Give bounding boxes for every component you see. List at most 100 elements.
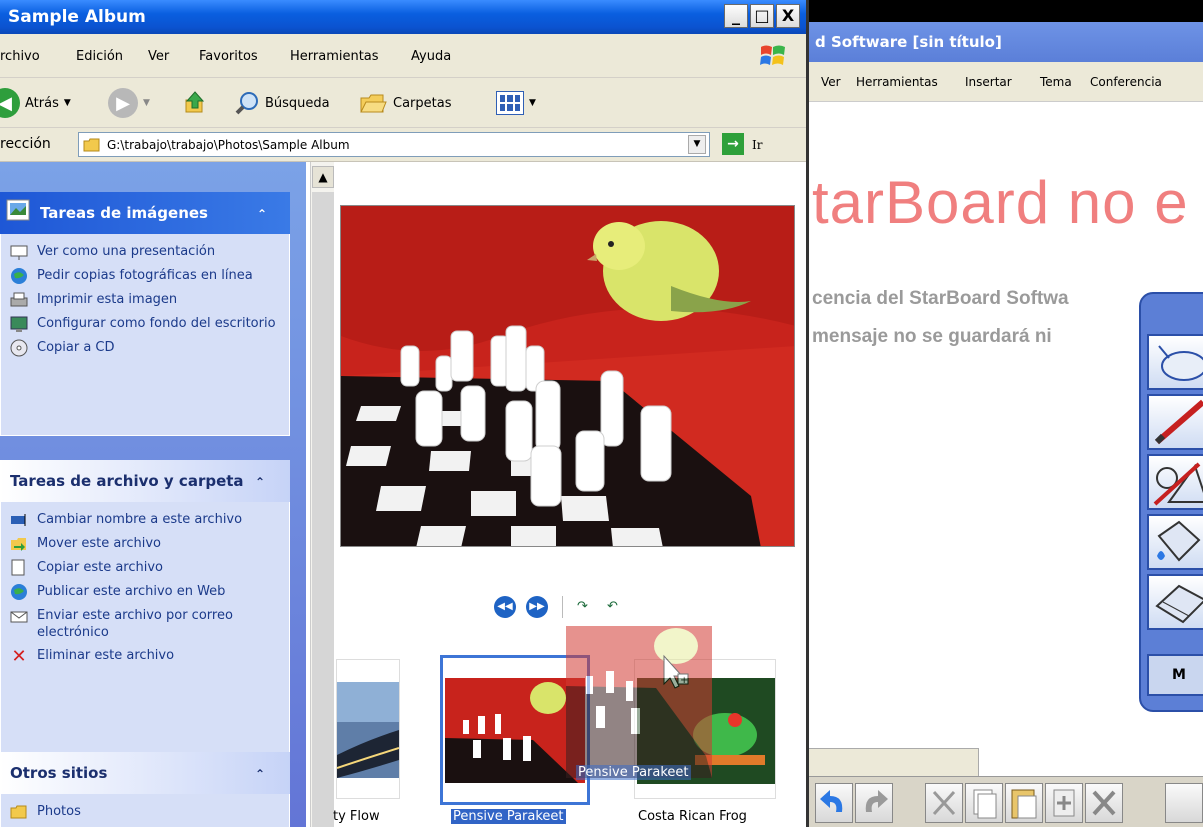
task-label: Ver como una presentación	[37, 244, 216, 259]
task-label: Publicar este archivo en Web	[37, 584, 226, 599]
rotate-counterclockwise-icon[interactable]: ↶	[607, 599, 627, 615]
task-slideshow[interactable]: Ver como una presentación	[1, 240, 289, 264]
toolbar-separator	[562, 596, 563, 618]
fill-tool-icon[interactable]	[1147, 514, 1203, 570]
copy-icon[interactable]	[965, 783, 1003, 823]
back-button[interactable]: ◀ Atrás ▼	[0, 86, 71, 120]
palette-menu-button[interactable]: M	[1147, 654, 1203, 696]
scroll-up-icon[interactable]: ▲	[312, 166, 334, 188]
go-arrow-icon[interactable]: →	[722, 133, 744, 155]
task-delete-file[interactable]: ✕ Eliminar este archivo	[1, 644, 289, 668]
scroll-thumb[interactable]	[312, 192, 334, 827]
menu-edicion[interactable]: Edición	[76, 49, 123, 64]
views-button[interactable]: ▼	[496, 86, 536, 120]
task-publish-web[interactable]: Publicar este archivo en Web	[1, 580, 289, 604]
menu-favoritos[interactable]: Favoritos	[199, 49, 258, 64]
explorer-title-bar[interactable]: Sample Album _ □ X	[0, 0, 806, 34]
viewer-controls: ◀◀ ▶▶ ↷ ↶	[494, 596, 627, 618]
drag-ghost-label: Pensive Parakeet	[576, 765, 691, 780]
task-label: Photos	[37, 804, 81, 819]
forward-button[interactable]: ▶ ▼	[108, 86, 150, 120]
parakeet-chess-photo	[341, 206, 794, 546]
thumbnail-caption: ty Flow	[333, 809, 380, 824]
delete-icon[interactable]	[1085, 783, 1123, 823]
menu-ver[interactable]: Ver	[821, 75, 841, 89]
slideshow-icon	[9, 243, 29, 261]
mouse-tool-icon[interactable]	[1147, 334, 1203, 390]
folders-label: Carpetas	[393, 95, 452, 111]
folders-button[interactable]: Carpetas	[358, 86, 451, 120]
task-print-image[interactable]: Imprimir esta imagen	[1, 288, 289, 312]
menu-ayuda[interactable]: Ayuda	[411, 49, 451, 64]
menu-tema[interactable]: Tema	[1040, 75, 1072, 89]
cut-icon[interactable]	[925, 783, 963, 823]
svg-text:+: +	[680, 675, 688, 686]
place-photos[interactable]: Photos	[1, 800, 289, 824]
collapse-chevron-icon[interactable]: ⌃	[250, 472, 270, 492]
task-copy-file[interactable]: Copiar este archivo	[1, 556, 289, 580]
minimize-button[interactable]: _	[724, 4, 748, 28]
explorer-menu-bar: rchivo Edición Ver Favoritos Herramienta…	[0, 34, 806, 78]
image-tasks-header[interactable]: Tareas de imágenes ⌃	[0, 192, 290, 234]
menu-insertar[interactable]: Insertar	[965, 75, 1012, 89]
drag-ghost-image: +	[566, 626, 712, 778]
views-dropdown-icon[interactable]: ▼	[529, 98, 536, 108]
eraser-tool-icon[interactable]	[1147, 574, 1203, 630]
paste-icon[interactable]	[1005, 783, 1043, 823]
redo-icon[interactable]	[855, 783, 893, 823]
thumbnail-city-flow[interactable]	[336, 659, 400, 799]
tool-palette: M	[1139, 292, 1203, 712]
image-tasks-title: Tareas de imágenes	[40, 204, 208, 222]
menu-ver[interactable]: Ver	[148, 49, 169, 64]
address-dropdown-icon[interactable]: ▼	[688, 135, 706, 154]
close-button[interactable]: X	[776, 4, 800, 28]
folder-icon	[9, 803, 29, 821]
other-places-title: Otros sitios	[10, 764, 108, 782]
page-strip	[809, 748, 979, 776]
search-button[interactable]: Búsqueda	[234, 86, 330, 120]
add-page-icon[interactable]	[1045, 783, 1083, 823]
dragged-parakeet-photo: +	[566, 626, 712, 778]
menu-herramientas[interactable]: Herramientas	[290, 49, 379, 64]
task-pane-scrollbar[interactable]: ▲	[310, 162, 334, 827]
other-places-header[interactable]: Otros sitios ⌃	[0, 752, 290, 794]
collapse-chevron-icon[interactable]: ⌃	[250, 764, 270, 784]
starboard-window-title: d Software [sin título]	[815, 33, 1002, 51]
forward-dropdown-icon[interactable]: ▼	[143, 98, 150, 108]
task-set-wallpaper[interactable]: Configurar como fondo del escritorio	[1, 312, 289, 336]
collapse-chevron-icon[interactable]: ⌃	[252, 204, 272, 224]
rename-icon	[9, 511, 29, 529]
previous-image-icon[interactable]: ◀◀	[494, 596, 516, 618]
more-tools-icon[interactable]	[1165, 783, 1203, 823]
task-order-prints[interactable]: Pedir copias fotográficas en línea	[1, 264, 289, 288]
back-dropdown-icon[interactable]: ▼	[64, 98, 71, 108]
task-label: Mover este archivo	[37, 536, 162, 551]
shapes-tool-icon[interactable]	[1147, 454, 1203, 510]
menu-herramientas[interactable]: Herramientas	[856, 75, 938, 89]
rotate-clockwise-icon[interactable]: ↷	[577, 599, 597, 615]
task-pane: Tareas de imágenes ⌃ Ver como una presen…	[0, 162, 306, 827]
starboard-title-bar[interactable]: d Software [sin título]	[809, 22, 1203, 62]
up-folder-icon	[185, 91, 205, 113]
search-label: Búsqueda	[265, 95, 330, 111]
task-email-file[interactable]: Enviar este archivo por correo electróni…	[1, 604, 289, 644]
email-icon	[9, 607, 29, 625]
task-move-file[interactable]: Mover este archivo	[1, 532, 289, 556]
starboard-bottom-toolbar	[809, 776, 1203, 827]
up-folder-button[interactable]	[180, 86, 210, 120]
undo-icon[interactable]	[815, 783, 853, 823]
task-label: Copiar este archivo	[37, 560, 164, 575]
pen-tool-icon[interactable]	[1147, 394, 1203, 450]
menu-conferencia[interactable]: Conferencia	[1090, 75, 1162, 89]
folder-icon	[83, 138, 100, 151]
printer-icon	[9, 291, 29, 309]
city-flow-photo	[337, 682, 399, 778]
next-image-icon[interactable]: ▶▶	[526, 596, 548, 618]
menu-archivo[interactable]: rchivo	[0, 49, 40, 64]
go-label[interactable]: Ir	[752, 138, 762, 152]
address-field[interactable]: G:\trabajo\trabajo\Photos\Sample Album ▼	[78, 132, 710, 157]
task-copy-to-cd[interactable]: Copiar a CD	[1, 336, 289, 360]
file-tasks-header[interactable]: Tareas de archivo y carpeta ⌃	[0, 460, 290, 502]
maximize-button[interactable]: □	[750, 4, 774, 28]
task-rename-file[interactable]: Cambiar nombre a este archivo	[1, 508, 289, 532]
